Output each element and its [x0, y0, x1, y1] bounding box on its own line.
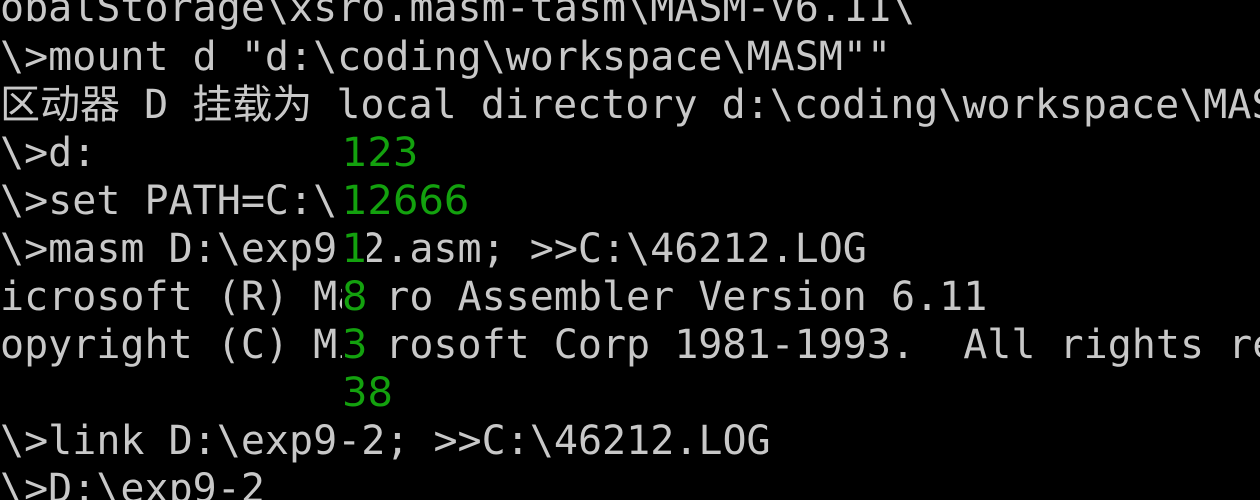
terminal-line-link-cmd: \>link D:\exp9-2; >>C:\46212.LOG: [0, 418, 771, 464]
overlay-value-3: 1: [342, 225, 368, 273]
overlay-value-2: 12666: [342, 177, 470, 225]
terminal-line-copyright: opyright (C) Mi rosoft Corp 1981-1993. Al…: [0, 321, 1260, 369]
copyright-head: opyright (C) Mi: [0, 322, 362, 368]
masm-cmd-tail: 2.asm; >>C:\46212.LOG: [361, 226, 867, 272]
terminal-line-run-cmd: \>D:\exp9-2: [0, 466, 265, 500]
terminal-line-path: obalStorage\xsro.masm-tasm\MASM-v6.11\: [0, 0, 916, 31]
terminal-line-drive-cmd: \>d:: [0, 130, 97, 176]
terminal-window[interactable]: obalStorage\xsro.masm-tasm\MASM-v6.11\ \…: [0, 0, 1260, 500]
overlay-value-6: 38: [342, 369, 393, 417]
overlay-value-1: 123: [342, 129, 419, 177]
copyright-tail: rosoft Corp 1981-1993. All rights res: [385, 322, 1260, 368]
terminal-line-masm-cmd: \>masm D:\exp9 2.asm; >>C:\46212.LOG: [0, 225, 867, 273]
overlay-value-5: 3: [342, 321, 368, 369]
terminal-line-setpath-cmd: \>set PATH=C:\: [0, 178, 338, 224]
terminal-line-mount-result: 区动器 D 挂载为 local directory d:\coding\work…: [0, 82, 1260, 128]
microsoft-tail: ro Assembler Version 6.11: [385, 274, 988, 320]
terminal-line-mount-cmd: \>mount d "d:\coding\workspace\MASM"": [0, 34, 892, 80]
masm-cmd-head: \>masm D:\exp9: [0, 226, 338, 272]
terminal-line-microsoft: icrosoft (R) Ma ro Assembler Version 6.11: [0, 273, 987, 321]
overlay-value-4: 8: [342, 273, 368, 321]
microsoft-head: icrosoft (R) Ma: [0, 274, 362, 320]
